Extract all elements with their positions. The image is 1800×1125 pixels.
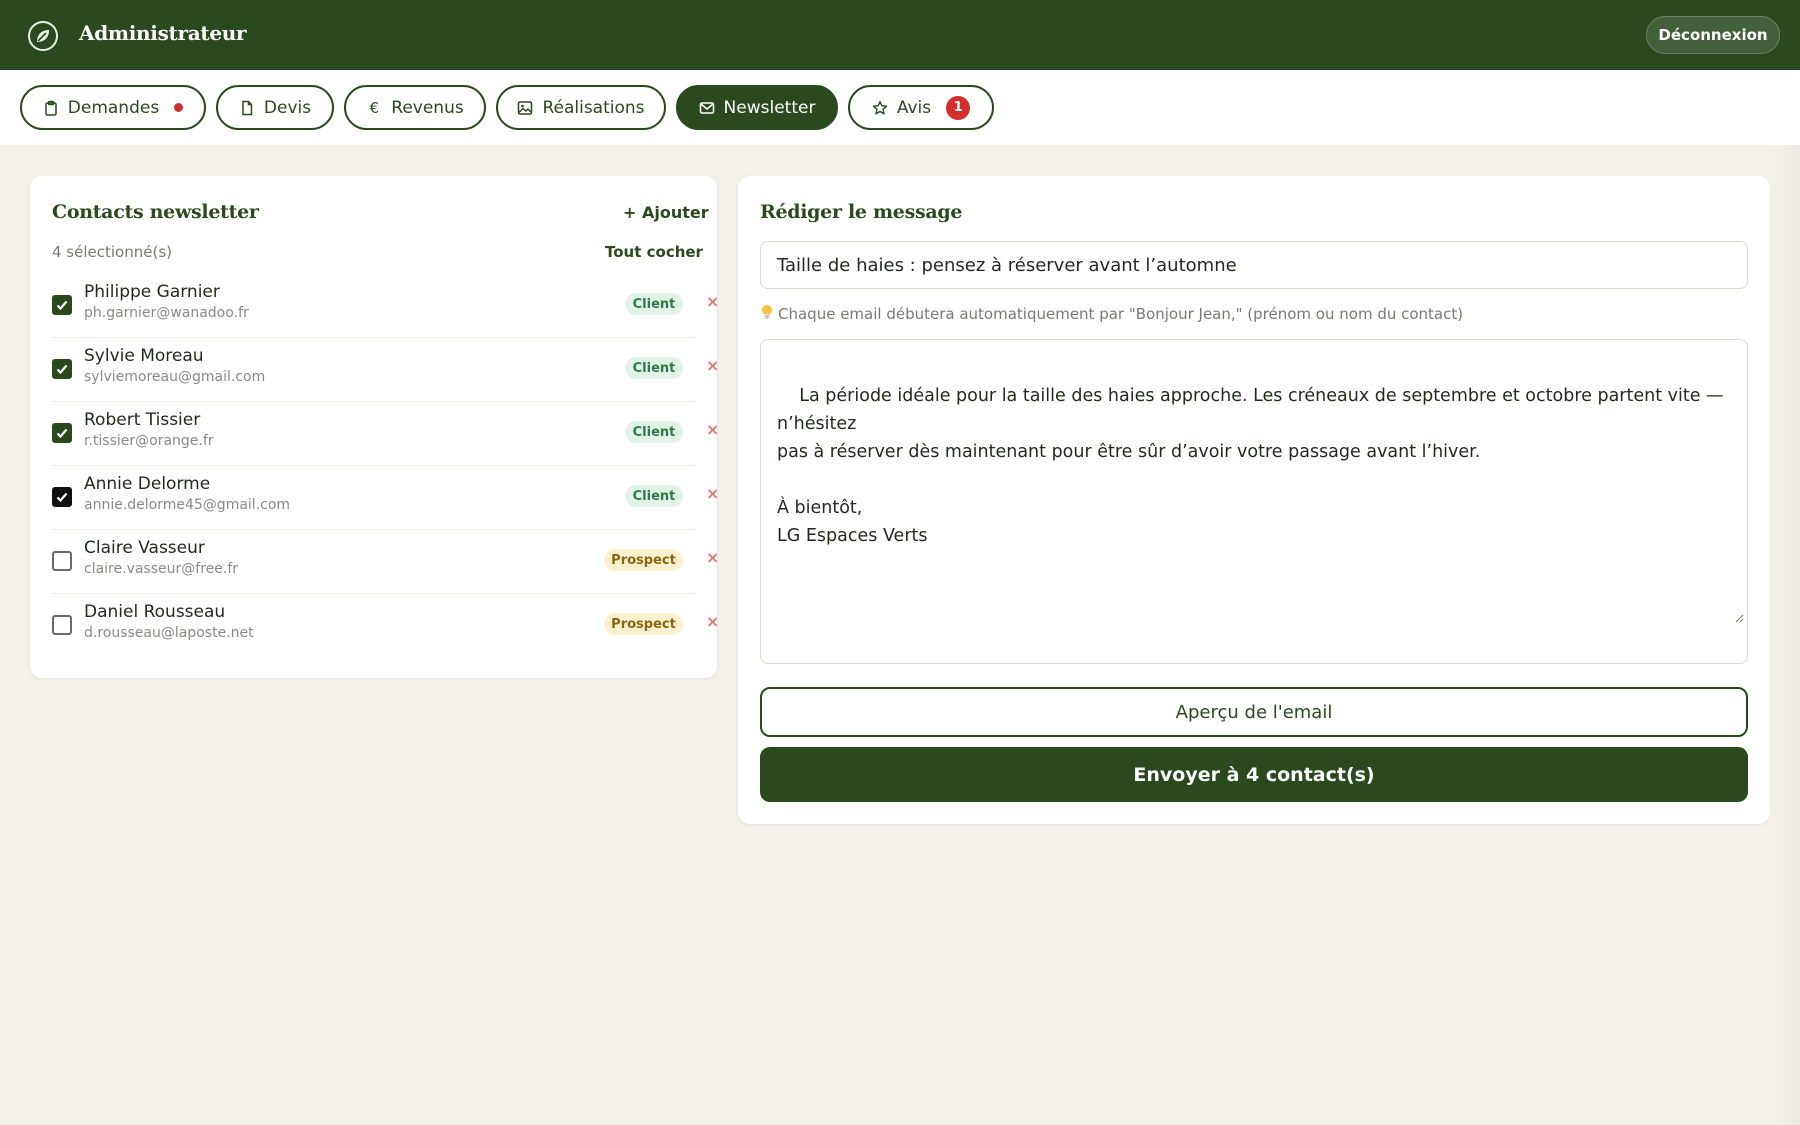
contact-row: Daniel Rousseau d.rousseau@laposte.net P… bbox=[52, 594, 719, 658]
contact-row: Sylvie Moreau sylviemoreau@gmail.com Cli… bbox=[52, 338, 719, 402]
document-icon bbox=[239, 100, 255, 116]
personalization-hint: Chaque email débutera automatiquement pa… bbox=[760, 304, 1463, 324]
top-bar: Administrateur Déconnexion bbox=[0, 0, 1800, 70]
tab-realisations[interactable]: Réalisations bbox=[496, 85, 666, 130]
contact-checkbox[interactable] bbox=[52, 551, 72, 571]
lightbulb-icon bbox=[760, 304, 774, 324]
remove-contact-button[interactable]: × bbox=[706, 356, 719, 375]
tab-label: Newsletter bbox=[723, 97, 816, 118]
tab-revenus[interactable]: € Revenus bbox=[344, 85, 486, 130]
contact-email: annie.delorme45@gmail.com bbox=[84, 497, 291, 513]
contact-checkbox[interactable] bbox=[52, 359, 72, 379]
subject-input[interactable]: Taille de haies : pensez à réserver avan… bbox=[760, 241, 1748, 289]
contact-name: Claire Vasseur bbox=[84, 538, 205, 558]
tab-bar: Demandes Devis € Revenus Réalisations Ne… bbox=[0, 70, 1800, 145]
euro-icon: € bbox=[369, 98, 380, 117]
contact-email: d.rousseau@laposte.net bbox=[84, 625, 254, 641]
mail-icon bbox=[699, 100, 715, 116]
remove-contact-button[interactable]: × bbox=[706, 484, 719, 503]
check-all-button[interactable]: Tout cocher bbox=[605, 243, 703, 261]
contact-email: claire.vasseur@free.fr bbox=[84, 561, 238, 577]
logout-button[interactable]: Déconnexion bbox=[1646, 16, 1780, 54]
remove-contact-button[interactable]: × bbox=[706, 548, 719, 567]
tab-label: Revenus bbox=[391, 97, 464, 118]
tab-newsletter[interactable]: Newsletter bbox=[676, 85, 838, 130]
review-count-badge: 1 bbox=[946, 95, 971, 120]
contact-checkbox[interactable] bbox=[52, 295, 72, 315]
send-button[interactable]: Envoyer à 4 contact(s) bbox=[760, 747, 1748, 802]
contact-email: ph.garnier@wanadoo.fr bbox=[84, 305, 249, 321]
selected-count: 4 sélectionné(s) bbox=[52, 243, 172, 261]
contact-name: Sylvie Moreau bbox=[84, 346, 204, 366]
star-icon bbox=[872, 100, 888, 116]
contact-name: Daniel Rousseau bbox=[84, 602, 226, 622]
contact-tag: Client bbox=[625, 421, 683, 443]
tab-label: Devis bbox=[263, 97, 312, 118]
contact-name: Annie Delorme bbox=[84, 474, 211, 494]
contact-name: Philippe Garnier bbox=[84, 282, 220, 302]
app-title: Administrateur bbox=[79, 21, 247, 45]
tab-devis[interactable]: Devis bbox=[216, 85, 334, 130]
tab-avis[interactable]: Avis 1 bbox=[848, 85, 994, 130]
contact-checkbox[interactable] bbox=[52, 423, 72, 443]
message-body-textarea[interactable]: La période idéale pour la taille des hai… bbox=[760, 339, 1748, 664]
remove-contact-button[interactable]: × bbox=[706, 292, 719, 311]
contact-email: r.tissier@orange.fr bbox=[84, 433, 214, 449]
contact-row: Robert Tissier r.tissier@orange.fr Clien… bbox=[52, 402, 719, 466]
tab-demandes[interactable]: Demandes bbox=[20, 85, 206, 130]
contact-tag: Prospect bbox=[604, 549, 683, 571]
add-contact-button[interactable]: + Ajouter bbox=[623, 203, 709, 222]
contact-row: Claire Vasseur claire.vasseur@free.fr Pr… bbox=[52, 530, 719, 594]
message-body-text: La période idéale pour la taille des hai… bbox=[777, 386, 1724, 546]
contact-email: sylviemoreau@gmail.com bbox=[84, 369, 266, 385]
contact-row: Annie Delorme annie.delorme45@gmail.com … bbox=[52, 466, 719, 530]
resize-handle-icon[interactable] bbox=[1701, 576, 1744, 660]
image-icon bbox=[517, 100, 533, 116]
clipboard-icon bbox=[43, 100, 59, 116]
compose-title: Rédiger le message bbox=[760, 201, 963, 223]
tab-label: Demandes bbox=[67, 97, 160, 118]
contact-checkbox[interactable] bbox=[52, 487, 72, 507]
compose-card: Rédiger le message Taille de haies : pen… bbox=[738, 176, 1770, 824]
contacts-title: Contacts newsletter bbox=[52, 201, 259, 223]
contact-tag: Prospect bbox=[604, 613, 683, 635]
contact-tag: Client bbox=[625, 293, 683, 315]
contacts-card: Contacts newsletter + Ajouter 4 sélectio… bbox=[30, 176, 719, 678]
notification-dot bbox=[174, 103, 184, 112]
contact-tag: Client bbox=[625, 357, 683, 379]
page-edge-shadow bbox=[1770, 145, 1800, 1125]
contact-checkbox[interactable] bbox=[52, 615, 72, 635]
remove-contact-button[interactable]: × bbox=[706, 420, 719, 439]
contact-tag: Client bbox=[625, 485, 683, 507]
preview-email-button[interactable]: Aperçu de l'email bbox=[760, 687, 1748, 737]
tab-label: Réalisations bbox=[542, 97, 645, 118]
contact-row: Philippe Garnier ph.garnier@wanadoo.fr C… bbox=[52, 274, 719, 338]
remove-contact-button[interactable]: × bbox=[706, 612, 719, 631]
tab-label: Avis bbox=[896, 97, 932, 118]
contact-name: Robert Tissier bbox=[84, 410, 201, 430]
leaf-logo-icon bbox=[28, 21, 58, 51]
